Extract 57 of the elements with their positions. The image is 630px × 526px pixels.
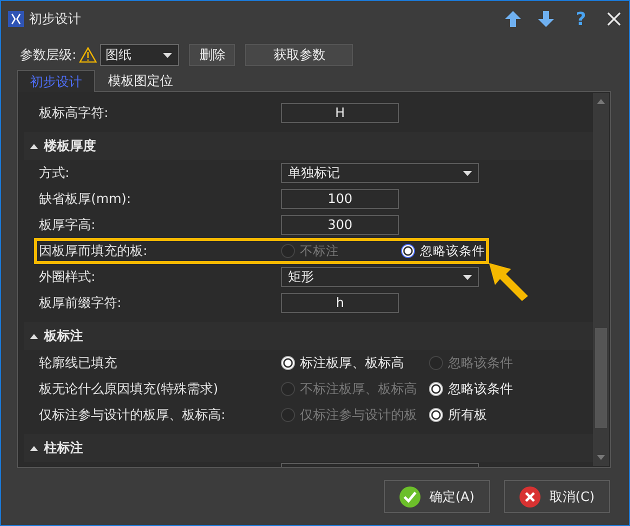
section-header[interactable]: 柱标注	[24, 434, 593, 462]
property-label: 因板厚而填充的板:	[39, 243, 148, 260]
tab[interactable]: 模板图定位	[95, 69, 186, 91]
property-label: 板标高字符:	[39, 105, 110, 122]
dropdown[interactable]: 矩形	[281, 267, 479, 287]
scroll-up-icon[interactable]	[597, 99, 605, 104]
caret-icon	[463, 170, 472, 176]
radio-button[interactable]	[429, 356, 443, 370]
caret-icon	[463, 274, 472, 280]
ok-button[interactable]: 确定(A)	[384, 480, 490, 513]
input-field[interactable]: 300	[281, 215, 399, 235]
input-field[interactable]: H	[281, 103, 399, 123]
radio-option[interactable]: 标注板厚、板标高	[281, 354, 429, 372]
radio-option[interactable]: 忽略该条件	[401, 242, 485, 260]
scrollbar[interactable]	[593, 93, 609, 466]
property-label: 轮廓线已填充	[39, 355, 118, 372]
warning-icon	[79, 47, 98, 63]
property-label: 缺省板厚(mm):	[39, 191, 132, 208]
property-label: 外圈样式:	[39, 269, 96, 286]
level-label: 参数层级:	[20, 47, 76, 64]
up-arrow-icon[interactable]	[504, 10, 522, 28]
input-field[interactable]: 100	[281, 189, 399, 209]
close-icon[interactable]	[605, 10, 623, 28]
radio-option[interactable]: 所有板	[429, 406, 577, 424]
radio-button[interactable]	[281, 244, 295, 258]
input-field[interactable]: h	[281, 293, 399, 313]
scrollbar-thumb[interactable]	[595, 328, 607, 428]
property-label: 仅标注参与设计的板厚、板标高:	[39, 407, 226, 424]
section-header[interactable]: 板标注	[24, 322, 593, 350]
section-header[interactable]: 楼板厚度	[24, 132, 593, 160]
toolbar-button[interactable]: 删除	[189, 44, 236, 66]
property-label: 板厚前缀字符:	[39, 295, 122, 312]
scroll-down-icon[interactable]	[597, 455, 605, 460]
level-dropdown[interactable]: 图纸	[100, 44, 180, 66]
window-title: 初步设计	[29, 11, 82, 28]
radio-option[interactable]: 忽略该条件	[429, 380, 577, 398]
dropdown[interactable]: 单独标记	[281, 163, 479, 183]
collapse-triangle-icon[interactable]	[30, 144, 38, 148]
radio-button[interactable]	[429, 382, 443, 396]
property-label: 板无论什么原因填充(特殊需求)	[39, 381, 220, 398]
radio-button[interactable]	[281, 408, 295, 422]
radio-button[interactable]	[429, 408, 443, 422]
property-label: 板厚字高:	[39, 217, 96, 234]
toolbar-button[interactable]: 获取参数	[245, 44, 354, 66]
radio-button[interactable]	[281, 356, 295, 370]
cancel-icon	[519, 486, 542, 508]
check-icon	[399, 486, 422, 508]
collapse-triangle-icon[interactable]	[30, 446, 38, 450]
app-icon	[8, 11, 24, 27]
down-arrow-icon[interactable]	[537, 10, 555, 28]
collapse-triangle-icon[interactable]	[30, 334, 38, 338]
property-label: 方式:	[39, 165, 70, 182]
radio-button[interactable]	[401, 244, 415, 258]
radio-button[interactable]	[281, 382, 295, 396]
caret-icon	[163, 52, 172, 58]
help-button[interactable]: ?	[572, 8, 590, 30]
cancel-button[interactable]: 取消(C)	[504, 480, 610, 513]
